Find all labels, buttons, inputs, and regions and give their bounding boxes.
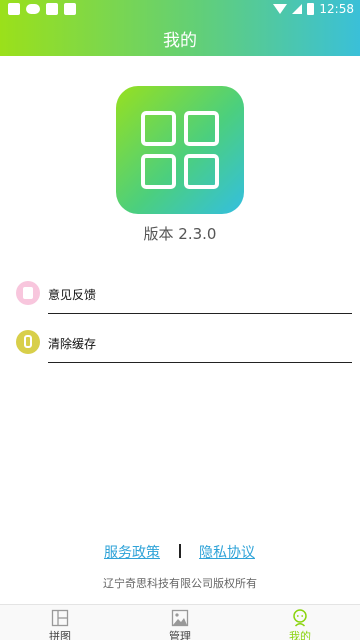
app-version: 版本 2.3.0 (143, 225, 217, 243)
app-logo (116, 86, 244, 214)
system-icons: 12:58 (273, 2, 354, 16)
feedback-icon (16, 281, 40, 305)
copyright-text: 辽宁奇思科技有限公司版权所有 (103, 577, 257, 590)
tab-mine[interactable]: 我的 (240, 607, 360, 640)
divider (48, 313, 352, 314)
tab-manage[interactable]: 管理 (120, 607, 240, 640)
bottom-nav: 拼图 管理 我的 (0, 604, 360, 640)
profile-screen: 12:58 我的 版本 2.3.0 意见反馈 清除缓存 服务政策 隐私协议 辽宁… (0, 0, 360, 640)
grid-icon (51, 609, 69, 627)
weather-icon (26, 4, 40, 14)
header-bar: 12:58 我的 (0, 0, 360, 56)
signal-icon (292, 4, 303, 14)
notification-icons (8, 3, 76, 15)
profile-icon (293, 609, 307, 627)
clock: 12:58 (319, 2, 354, 16)
feedback-label: 意见反馈 (48, 288, 97, 302)
tab-puzzle[interactable]: 拼图 (0, 607, 120, 640)
privacy-policy-link[interactable]: 隐私协议 (199, 542, 255, 562)
grid-logo-icon (141, 111, 219, 189)
divider (48, 362, 352, 363)
clear-cache-item[interactable]: 清除缓存 (16, 330, 352, 366)
clear-cache-icon (16, 330, 40, 354)
tab-label: 我的 (289, 630, 311, 640)
notification-icon (46, 3, 58, 15)
image-icon (171, 609, 189, 627)
policy-links: 服务政策 隐私协议 (0, 542, 360, 562)
clear-cache-label: 清除缓存 (48, 337, 97, 351)
link-divider (179, 544, 181, 558)
notification-icon (64, 3, 76, 15)
wifi-icon (273, 4, 288, 14)
page-title: 我的 (163, 31, 197, 51)
tab-label: 管理 (169, 630, 191, 640)
tab-label: 拼图 (49, 630, 71, 640)
image-notification-icon (8, 3, 20, 15)
service-policy-link[interactable]: 服务政策 (104, 542, 160, 562)
battery-icon (307, 3, 315, 15)
status-bar: 12:58 (0, 0, 360, 18)
feedback-item[interactable]: 意见反馈 (16, 281, 352, 317)
